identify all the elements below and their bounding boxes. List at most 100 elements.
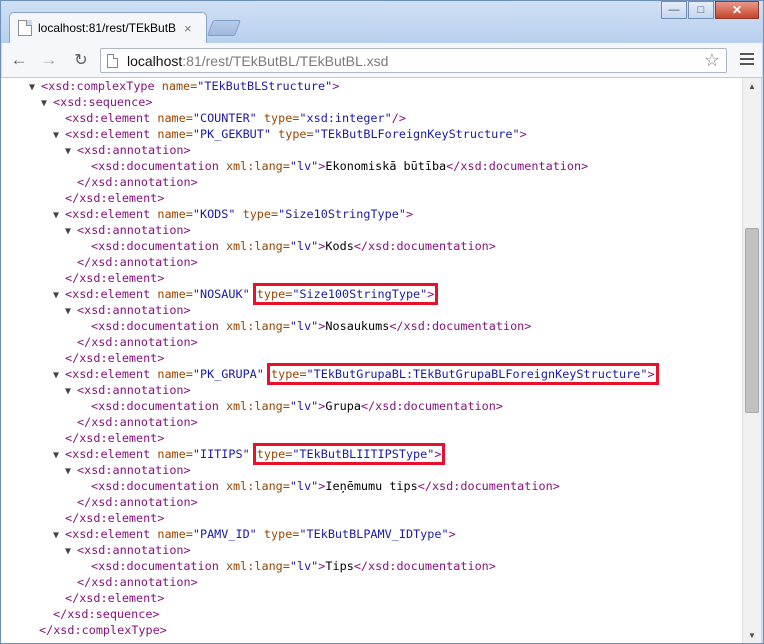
complextype-open-line: ▼ <xsd:complexType name="TEkButBLStructur… (29, 78, 339, 94)
annotation-open-line: ▼ <xsd:annotation> (65, 222, 191, 238)
xml-attr-name: type= (263, 111, 300, 125)
xml-tag: </xsd:documentation> (446, 159, 589, 173)
xml-tag: <xsd:documentation (91, 559, 226, 573)
new-tab-button[interactable] (207, 20, 241, 36)
element-close-line: </xsd:element> (65, 590, 164, 606)
page-icon (107, 53, 118, 68)
xml-attr-name: xml:lang= (225, 319, 290, 333)
xml-space (250, 447, 257, 461)
xml-space (257, 527, 264, 541)
window-controls: — □ ✕ (660, 1, 759, 19)
vertical-scrollbar[interactable]: ▲ ▼ (742, 78, 761, 643)
xml-tag: > (519, 127, 527, 141)
close-window-button[interactable]: ✕ (715, 1, 759, 19)
collapse-triangle-icon[interactable]: ▼ (65, 544, 77, 560)
documentation-text: Kods (325, 239, 354, 253)
xml-tag: </xsd:complexType> (39, 623, 167, 637)
xml-attr-value: "NOSAUK" (192, 287, 250, 301)
documentation-line: <xsd:documentation xml:lang="lv">Kods</x… (91, 238, 496, 254)
collapse-triangle-icon[interactable]: ▼ (53, 528, 65, 544)
xml-tag: </xsd:element> (65, 351, 165, 365)
bookmark-star-icon[interactable]: ☆ (704, 50, 720, 71)
highlighted-type-attr: type="Size100StringType"> (252, 283, 439, 305)
url-path: :81/rest/TEkButBL/TEkButBL.xsd (182, 52, 389, 69)
collapse-triangle-icon[interactable]: ▼ (29, 80, 41, 96)
collapse-triangle-icon[interactable]: ▼ (53, 448, 65, 464)
xml-tag: <xsd:sequence> (53, 95, 153, 109)
xml-attr-name: name= (157, 287, 193, 301)
xml-tag: </xsd:annotation> (77, 175, 198, 189)
xml-attr-name: name= (157, 367, 193, 381)
highlighted-type-attr: type="TEkButGrupaBL:TEkButGrupaBLForeign… (267, 363, 659, 385)
xml-tag: <xsd:element (65, 527, 158, 541)
page-favicon-icon (18, 20, 32, 36)
xml-attr-value: "lv" (289, 559, 319, 573)
xml-tag: <xsd:documentation (91, 399, 226, 413)
xml-tag: <xsd:documentation (91, 319, 226, 333)
xml-tag: <xsd:annotation> (77, 143, 191, 157)
xml-tag: > (332, 79, 340, 93)
xml-tag: </xsd:annotation> (77, 575, 198, 589)
documentation-line: <xsd:documentation xml:lang="lv">Nosauku… (91, 318, 531, 334)
xml-tag: <xsd:annotation> (77, 383, 191, 397)
tab-title: localhost:81/rest/TEkButBL/T (38, 21, 176, 35)
xml-attr-name: type= (242, 207, 279, 221)
annotation-close-line: </xsd:annotation> (77, 334, 198, 350)
annotation-close-line: </xsd:annotation> (77, 494, 198, 510)
highlighted-type-attr: type="TEkButBLIITIPSType"> (252, 443, 446, 465)
scroll-down-arrow-icon[interactable]: ▼ (745, 628, 759, 642)
collapse-triangle-icon[interactable]: ▼ (53, 368, 65, 384)
browser-tab[interactable]: localhost:81/rest/TEkButBL/T × (9, 12, 207, 43)
xml-tag: > (434, 447, 442, 461)
xml-attr-name: xml:lang= (225, 159, 290, 173)
annotation-close-line: </xsd:annotation> (77, 174, 198, 190)
annotation-open-line: ▼ <xsd:annotation> (65, 382, 191, 398)
collapse-triangle-icon[interactable]: ▼ (53, 208, 65, 224)
xml-attr-value: "TEkButBLPAMV_IDType" (299, 527, 449, 541)
xml-attr-value: "PAMV_ID" (192, 527, 257, 541)
xml-tag: <xsd:element (65, 127, 158, 141)
collapse-triangle-icon[interactable]: ▼ (53, 288, 65, 304)
xml-tag: <xsd:annotation> (77, 303, 191, 317)
collapse-triangle-icon[interactable]: ▼ (41, 96, 53, 112)
xml-space (235, 207, 242, 221)
collapse-triangle-icon[interactable]: ▼ (65, 464, 77, 480)
xml-space (257, 111, 264, 125)
collapse-triangle-icon[interactable]: ▼ (65, 304, 77, 320)
chrome-menu-icon[interactable] (740, 52, 754, 66)
xml-attr-name: xml:lang= (225, 239, 290, 253)
address-bar[interactable]: localhost:81/rest/TEkButBL/TEkButBL.xsd … (100, 48, 727, 73)
sequence-close-line: </xsd:sequence> (53, 606, 160, 622)
xml-attr-name: type= (271, 367, 307, 381)
collapse-triangle-icon[interactable]: ▼ (65, 144, 77, 160)
documentation-text: Nosaukums (325, 319, 390, 333)
documentation-text: Tips (325, 559, 354, 573)
xml-attr-value: "xsd:integer" (299, 111, 392, 125)
collapse-triangle-icon[interactable]: ▼ (65, 384, 77, 400)
scroll-up-arrow-icon[interactable]: ▲ (745, 79, 759, 93)
xml-attr-name: type= (263, 527, 300, 541)
xml-attr-name: name= (161, 79, 198, 93)
maximize-button[interactable]: □ (688, 1, 714, 19)
xml-attr-name: type= (256, 287, 293, 301)
scrollbar-thumb[interactable] (745, 228, 759, 413)
annotation-close-line: </xsd:annotation> (77, 254, 198, 270)
xml-attr-name: name= (157, 447, 193, 461)
xml-tag: > (405, 207, 414, 221)
collapse-triangle-icon[interactable]: ▼ (65, 224, 77, 240)
xml-tag: </xsd:annotation> (77, 415, 198, 429)
xml-attr-name: xml:lang= (225, 479, 290, 493)
xml-attr-value: "lv" (289, 159, 319, 173)
element-line: ▼ <xsd:element name="IITIPS" type="TEkBut… (53, 443, 446, 465)
xml-attr-value: "KODS" (192, 207, 236, 221)
xml-tag: > (647, 367, 655, 381)
collapse-triangle-icon[interactable]: ▼ (53, 128, 65, 144)
reload-button[interactable]: ↻ (68, 49, 94, 71)
xml-tag: </xsd:element> (65, 271, 165, 285)
forward-button[interactable]: → (36, 49, 62, 71)
back-button[interactable]: ← (6, 49, 32, 71)
xml-attr-value: "lv" (289, 319, 319, 333)
close-tab-icon[interactable]: × (184, 22, 192, 35)
xml-tag: <xsd:complexType (41, 79, 162, 93)
minimize-button[interactable]: — (661, 1, 687, 19)
